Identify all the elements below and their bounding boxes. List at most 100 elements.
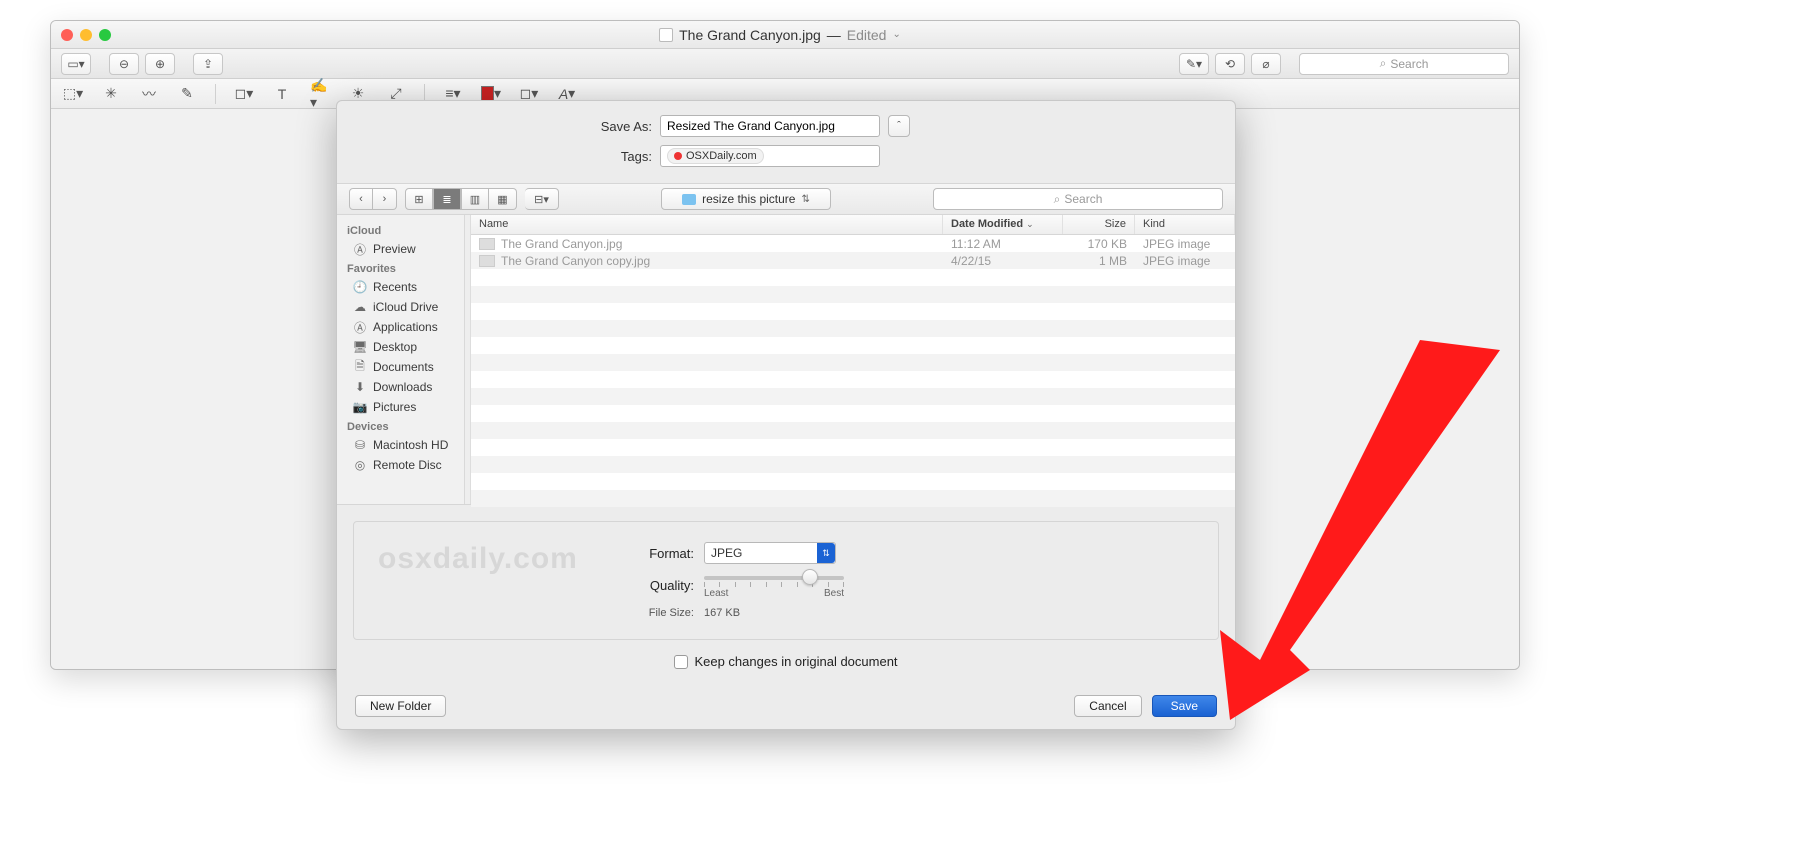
collapse-sheet-button[interactable]: ˆ bbox=[888, 115, 910, 137]
share-button[interactable]: ⇪ bbox=[193, 53, 223, 75]
shapes-button[interactable]: ◻▾ bbox=[234, 84, 254, 104]
slider-knob[interactable] bbox=[802, 569, 818, 585]
zoom-window-button[interactable] bbox=[99, 29, 111, 41]
cloud-icon: ☁ bbox=[353, 300, 367, 314]
tag-text: OSXDaily.com bbox=[686, 150, 757, 162]
file-row[interactable]: The Grand Canyon.jpg 11:12 AM 170 KB JPE… bbox=[471, 235, 1235, 252]
file-thumb-icon bbox=[479, 255, 495, 267]
minimize-window-button[interactable] bbox=[80, 29, 92, 41]
save-as-input[interactable] bbox=[660, 115, 880, 137]
file-list: Name Date Modified⌄ Size Kind The Grand … bbox=[471, 215, 1235, 504]
format-select[interactable]: JPEG ⇅ bbox=[704, 542, 836, 564]
main-search-placeholder: Search bbox=[1390, 57, 1428, 71]
downloads-icon: ⬇ bbox=[353, 380, 367, 394]
tag-color-dot bbox=[674, 152, 682, 160]
sidebar-item-recents[interactable]: 🕘Recents bbox=[337, 277, 464, 297]
nav-back-button[interactable]: ‹ bbox=[349, 188, 373, 210]
format-value: JPEG bbox=[705, 546, 817, 560]
window-status-sep: — bbox=[827, 27, 841, 43]
sidebar-header-devices: Devices bbox=[337, 417, 464, 435]
sheet-sidebar: iCloud ⒶPreview Favorites 🕘Recents ☁iClo… bbox=[337, 215, 465, 504]
sidebar-header-icloud: iCloud bbox=[337, 221, 464, 239]
new-folder-button[interactable]: New Folder bbox=[355, 695, 446, 717]
text-tool-button[interactable]: T bbox=[272, 84, 292, 104]
quality-best-label: Best bbox=[824, 588, 844, 599]
window-title: The Grand Canyon.jpg bbox=[679, 27, 821, 43]
sidebar-header-favorites: Favorites bbox=[337, 259, 464, 277]
quality-slider[interactable] bbox=[704, 572, 844, 576]
sketch-tool-button[interactable]: 〰 bbox=[139, 84, 159, 104]
cancel-button[interactable]: Cancel bbox=[1074, 695, 1141, 717]
highlight-button[interactable]: ✎▾ bbox=[1179, 53, 1209, 75]
rotate-button[interactable]: ⟲ bbox=[1215, 53, 1245, 75]
file-thumb-icon bbox=[479, 238, 495, 250]
disk-icon: ⛁ bbox=[353, 438, 367, 452]
group-by-button[interactable]: ⊟▾ bbox=[525, 188, 559, 210]
close-window-button[interactable] bbox=[61, 29, 73, 41]
quality-least-label: Least bbox=[704, 588, 728, 599]
keep-changes-checkbox[interactable] bbox=[674, 655, 688, 669]
nav-forward-button[interactable]: › bbox=[373, 188, 397, 210]
keep-changes-label: Keep changes in original document bbox=[694, 654, 897, 669]
tags-label: Tags: bbox=[355, 149, 660, 164]
col-size[interactable]: Size bbox=[1063, 215, 1135, 234]
sidebar-item-desktop[interactable]: 🖥Desktop bbox=[337, 337, 464, 357]
view-column-button[interactable]: ▥ bbox=[461, 188, 489, 210]
sidebar-toggle-button[interactable]: ▭▾ bbox=[61, 53, 91, 75]
desktop-icon: 🖥 bbox=[353, 340, 367, 354]
document-proxy-icon[interactable] bbox=[659, 28, 673, 42]
watermark-text: osxdaily.com bbox=[378, 542, 578, 576]
folder-icon bbox=[682, 194, 696, 205]
tags-input[interactable]: OSXDaily.com bbox=[660, 145, 880, 167]
sidebar-item-pictures[interactable]: 📷Pictures bbox=[337, 397, 464, 417]
col-kind[interactable]: Kind bbox=[1135, 215, 1235, 234]
sidebar-item-icloud-drive[interactable]: ☁iCloud Drive bbox=[337, 297, 464, 317]
sidebar-item-macintosh-hd[interactable]: ⛁Macintosh HD bbox=[337, 435, 464, 455]
file-row[interactable]: The Grand Canyon copy.jpg 4/22/15 1 MB J… bbox=[471, 252, 1235, 269]
sign-button[interactable]: ✍▾ bbox=[310, 84, 330, 104]
view-icon-button[interactable]: ⊞ bbox=[405, 188, 433, 210]
tag-pill[interactable]: OSXDaily.com bbox=[667, 148, 764, 164]
sidebar-item-applications[interactable]: ⒶApplications bbox=[337, 317, 464, 337]
file-size-value: 167 KB bbox=[704, 607, 740, 619]
edited-status: Edited bbox=[847, 27, 887, 43]
search-icon: ⌕ bbox=[1380, 56, 1387, 71]
sidebar-item-remote-disc[interactable]: ◎Remote Disc bbox=[337, 455, 464, 475]
select-arrows-icon: ⇅ bbox=[817, 543, 835, 563]
folder-popup-button[interactable]: resize this picture ⇅ bbox=[661, 188, 831, 210]
disc-icon: ◎ bbox=[353, 458, 367, 472]
pictures-icon: 📷 bbox=[353, 400, 367, 414]
draw-tool-button[interactable]: ✎ bbox=[177, 84, 197, 104]
apps-icon: Ⓐ bbox=[353, 320, 367, 334]
view-gallery-button[interactable]: ▦ bbox=[489, 188, 517, 210]
selection-tool-button[interactable]: ⬚▾ bbox=[63, 84, 83, 104]
sheet-search-field[interactable]: ⌕ Search bbox=[933, 188, 1223, 210]
sidebar-item-preview[interactable]: ⒶPreview bbox=[337, 239, 464, 259]
save-sheet: Save As: ˆ Tags: OSXDaily.com ‹ › ⊞ ≣ ▥ … bbox=[336, 100, 1236, 730]
zoom-out-button[interactable]: ⊖ bbox=[109, 53, 139, 75]
main-search-field[interactable]: ⌕ Search bbox=[1299, 53, 1509, 75]
view-list-button[interactable]: ≣ bbox=[433, 188, 461, 210]
updown-arrows-icon: ⇅ bbox=[801, 194, 809, 205]
sidebar-item-downloads[interactable]: ⬇Downloads bbox=[337, 377, 464, 397]
sheet-search-placeholder: Search bbox=[1064, 192, 1102, 206]
documents-icon: 🗎 bbox=[353, 360, 367, 374]
quality-label: Quality: bbox=[374, 578, 704, 593]
save-as-label: Save As: bbox=[355, 119, 660, 134]
sheet-nav-bar: ‹ › ⊞ ≣ ▥ ▦ ⊟▾ resize this picture ⇅ ⌕ S… bbox=[337, 183, 1235, 215]
app-icon: Ⓐ bbox=[353, 242, 367, 256]
format-options-box: osxdaily.com Format: JPEG ⇅ Quality: bbox=[353, 521, 1219, 640]
col-date-modified[interactable]: Date Modified⌄ bbox=[943, 215, 1063, 234]
instant-alpha-button[interactable]: ✳ bbox=[101, 84, 121, 104]
main-toolbar: ▭▾ ⊖ ⊕ ⇪ ✎▾ ⟲ ⌀ ⌕ Search bbox=[51, 49, 1519, 79]
zoom-in-button[interactable]: ⊕ bbox=[145, 53, 175, 75]
folder-name: resize this picture bbox=[702, 192, 795, 206]
title-dropdown-icon[interactable]: ⌄ bbox=[892, 29, 900, 40]
clock-icon: 🕘 bbox=[353, 280, 367, 294]
save-button[interactable]: Save bbox=[1152, 695, 1217, 717]
titlebar: The Grand Canyon.jpg — Edited ⌄ bbox=[51, 21, 1519, 49]
markup-toggle-button[interactable]: ⌀ bbox=[1251, 53, 1281, 75]
sidebar-item-documents[interactable]: 🗎Documents bbox=[337, 357, 464, 377]
col-name[interactable]: Name bbox=[471, 215, 943, 234]
sort-desc-icon: ⌄ bbox=[1026, 219, 1034, 229]
